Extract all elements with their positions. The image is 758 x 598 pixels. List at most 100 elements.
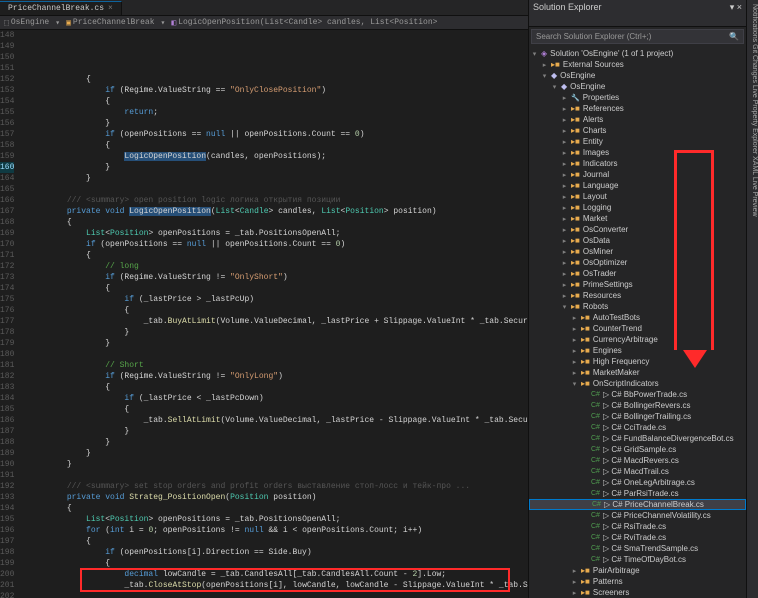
folder-node[interactable]: ▸▸■Engines bbox=[529, 345, 746, 356]
tree-twisty-icon[interactable]: ▾ bbox=[551, 83, 558, 91]
folder-node[interactable]: ▸▸■PrimeSettings bbox=[529, 279, 746, 290]
folder-node[interactable]: ▸▸■Indicators bbox=[529, 158, 746, 169]
code-line[interactable]: } bbox=[28, 437, 528, 448]
code-line[interactable]: return; bbox=[28, 107, 528, 118]
code-line[interactable]: } bbox=[28, 162, 528, 173]
file-cs[interactable]: C#▷ C# FundBalanceDivergenceBot.cs bbox=[529, 433, 746, 444]
code-content[interactable]: { if (Regime.ValueString == "OnlyClosePo… bbox=[20, 30, 528, 598]
code-line[interactable]: { bbox=[28, 250, 528, 261]
tree-twisty-icon[interactable]: ▸ bbox=[561, 292, 568, 300]
tree-twisty-icon[interactable]: ▸ bbox=[541, 61, 548, 69]
folder-node[interactable]: ▸▸■Alerts bbox=[529, 114, 746, 125]
code-line[interactable]: if (Regime.ValueString != "OnlyLong") bbox=[28, 371, 528, 382]
folder-node[interactable]: ▸▸■OsConverter bbox=[529, 224, 746, 235]
folder-node[interactable]: ▸▸■Layout bbox=[529, 191, 746, 202]
project-node[interactable]: ▾◆OsEngine bbox=[529, 70, 746, 81]
tree-twisty-icon[interactable]: ▸ bbox=[571, 369, 578, 377]
tree-twisty-icon[interactable]: ▸ bbox=[571, 578, 578, 586]
solution-tree[interactable]: ▾◈Solution 'OsEngine' (1 of 1 project)▸▸… bbox=[529, 46, 746, 598]
file-cs[interactable]: C#▷ C# BollingerTrailing.cs bbox=[529, 411, 746, 422]
file-cs[interactable]: C#▷ C# PriceChannelVolatility.cs bbox=[529, 510, 746, 521]
code-line[interactable]: for (int i = 0; openPositions != null &&… bbox=[28, 525, 528, 536]
tree-twisty-icon[interactable]: ▸ bbox=[571, 358, 578, 366]
code-line[interactable]: /// <summary> open position logic логика… bbox=[28, 195, 528, 206]
folder-node[interactable]: ▸▸■AutoTestBots bbox=[529, 312, 746, 323]
code-line[interactable]: if (openPositions[i].Direction == Side.B… bbox=[28, 547, 528, 558]
code-line[interactable]: { bbox=[28, 305, 528, 316]
tree-twisty-icon[interactable]: ▸ bbox=[571, 589, 578, 597]
references-node[interactable]: ▸▸■References bbox=[529, 103, 746, 114]
tree-twisty-icon[interactable]: ▸ bbox=[561, 182, 568, 190]
code-line[interactable]: { bbox=[28, 382, 528, 393]
code-line[interactable]: } bbox=[28, 338, 528, 349]
code-line[interactable]: { bbox=[28, 404, 528, 415]
folder-node[interactable]: ▸▸■Language bbox=[529, 180, 746, 191]
code-line[interactable]: { bbox=[28, 140, 528, 151]
folder-node[interactable]: ▸▸■CounterTrend bbox=[529, 323, 746, 334]
code-line[interactable] bbox=[28, 184, 528, 195]
code-line[interactable]: if (_lastPrice < _lastPcDown) bbox=[28, 393, 528, 404]
tree-twisty-icon[interactable]: ▸ bbox=[571, 567, 578, 575]
code-line[interactable]: { bbox=[28, 503, 528, 514]
folder-node[interactable]: ▸▸■Images bbox=[529, 147, 746, 158]
solution-toolbar[interactable] bbox=[529, 15, 746, 27]
code-line[interactable] bbox=[28, 470, 528, 481]
code-line[interactable] bbox=[28, 349, 528, 360]
tree-twisty-icon[interactable]: ▸ bbox=[561, 237, 568, 245]
file-cs[interactable]: C#▷ C# GridSample.cs bbox=[529, 444, 746, 455]
code-line[interactable]: if (Regime.ValueString == "OnlyClosePosi… bbox=[28, 85, 528, 96]
file-cs[interactable]: C#▷ C# BbPowerTrade.cs bbox=[529, 389, 746, 400]
folder-node[interactable]: ▸▸■Journal bbox=[529, 169, 746, 180]
solution-root[interactable]: ▾◈Solution 'OsEngine' (1 of 1 project) bbox=[529, 48, 746, 59]
folder-node[interactable]: ▸▸■OsMiner bbox=[529, 246, 746, 257]
close-icon[interactable]: × bbox=[108, 4, 113, 13]
code-line[interactable]: LogicOpenPosition(candles, openPositions… bbox=[28, 151, 528, 162]
code-line[interactable]: decimal lowCandle = _tab.CandlesAll[_tab… bbox=[28, 569, 528, 580]
tree-twisty-icon[interactable]: ▸ bbox=[561, 248, 568, 256]
tree-twisty-icon[interactable]: ▸ bbox=[561, 171, 568, 179]
folder-node[interactable]: ▸▸■CurrencyArbitrage bbox=[529, 334, 746, 345]
folder-robots[interactable]: ▾▸■Robots bbox=[529, 301, 746, 312]
tree-twisty-icon[interactable]: ▸ bbox=[561, 259, 568, 267]
code-line[interactable]: { bbox=[28, 217, 528, 228]
file-pricechannelbreak[interactable]: C#▷ C# PriceChannelBreak.cs bbox=[529, 499, 746, 510]
right-tool-strip[interactable]: Notifications Git Changes Live Property … bbox=[746, 0, 758, 598]
code-line[interactable]: { bbox=[28, 558, 528, 569]
tree-twisty-icon[interactable]: ▾ bbox=[531, 50, 538, 58]
code-line[interactable]: { bbox=[28, 96, 528, 107]
file-cs[interactable]: C#▷ C# BollingerRevers.cs bbox=[529, 400, 746, 411]
external-sources[interactable]: ▸▸■External Sources bbox=[529, 59, 746, 70]
code-line[interactable]: /// <summary> set stop orders and profit… bbox=[28, 481, 528, 492]
solution-explorer-title-bar[interactable]: Solution Explorer ▾ × bbox=[529, 0, 746, 15]
folder-node[interactable]: ▸▸■OsOptimizer bbox=[529, 257, 746, 268]
tree-twisty-icon[interactable]: ▸ bbox=[561, 94, 568, 102]
file-cs[interactable]: C#▷ C# MacdRevers.cs bbox=[529, 455, 746, 466]
code-line[interactable]: } bbox=[28, 459, 528, 470]
tree-twisty-icon[interactable]: ▸ bbox=[561, 160, 568, 168]
code-line[interactable]: if (_lastPrice > _lastPcUp) bbox=[28, 294, 528, 305]
tree-twisty-icon[interactable]: ▸ bbox=[571, 325, 578, 333]
folder-node[interactable]: ▸▸■Entity bbox=[529, 136, 746, 147]
document-tab-active[interactable]: PriceChannelBreak.cs × bbox=[0, 1, 122, 15]
tree-twisty-icon[interactable]: ▸ bbox=[571, 336, 578, 344]
code-line[interactable]: // long bbox=[28, 261, 528, 272]
code-line[interactable]: if (Regime.ValueString != "OnlyShort") bbox=[28, 272, 528, 283]
code-line[interactable]: // Short bbox=[28, 360, 528, 371]
tree-twisty-icon[interactable]: ▸ bbox=[561, 270, 568, 278]
code-line[interactable]: if (openPositions == null || openPositio… bbox=[28, 239, 528, 250]
tree-twisty-icon[interactable]: ▸ bbox=[561, 215, 568, 223]
code-line[interactable]: } bbox=[28, 118, 528, 129]
tree-twisty-icon[interactable]: ▸ bbox=[561, 204, 568, 212]
code-line[interactable]: } bbox=[28, 327, 528, 338]
folder-node[interactable]: ▸▸■MarketMaker bbox=[529, 367, 746, 378]
tree-twisty-icon[interactable]: ▸ bbox=[561, 138, 568, 146]
file-cs[interactable]: C#▷ C# TimeOfDayBot.cs bbox=[529, 554, 746, 565]
tree-twisty-icon[interactable]: ▾ bbox=[541, 72, 548, 80]
tree-twisty-icon[interactable]: ▾ bbox=[561, 303, 568, 311]
folder-node[interactable]: ▸▸■Charts bbox=[529, 125, 746, 136]
code-line[interactable]: _tab.CloseAtStop(openPositions[i], lowCa… bbox=[28, 580, 528, 591]
file-cs[interactable]: C#▷ C# OneLegArbitrage.cs bbox=[529, 477, 746, 488]
folder-node[interactable]: ▸▸■OsData bbox=[529, 235, 746, 246]
code-line[interactable]: { bbox=[28, 283, 528, 294]
code-line[interactable]: List<Position> openPositions = _tab.Posi… bbox=[28, 228, 528, 239]
